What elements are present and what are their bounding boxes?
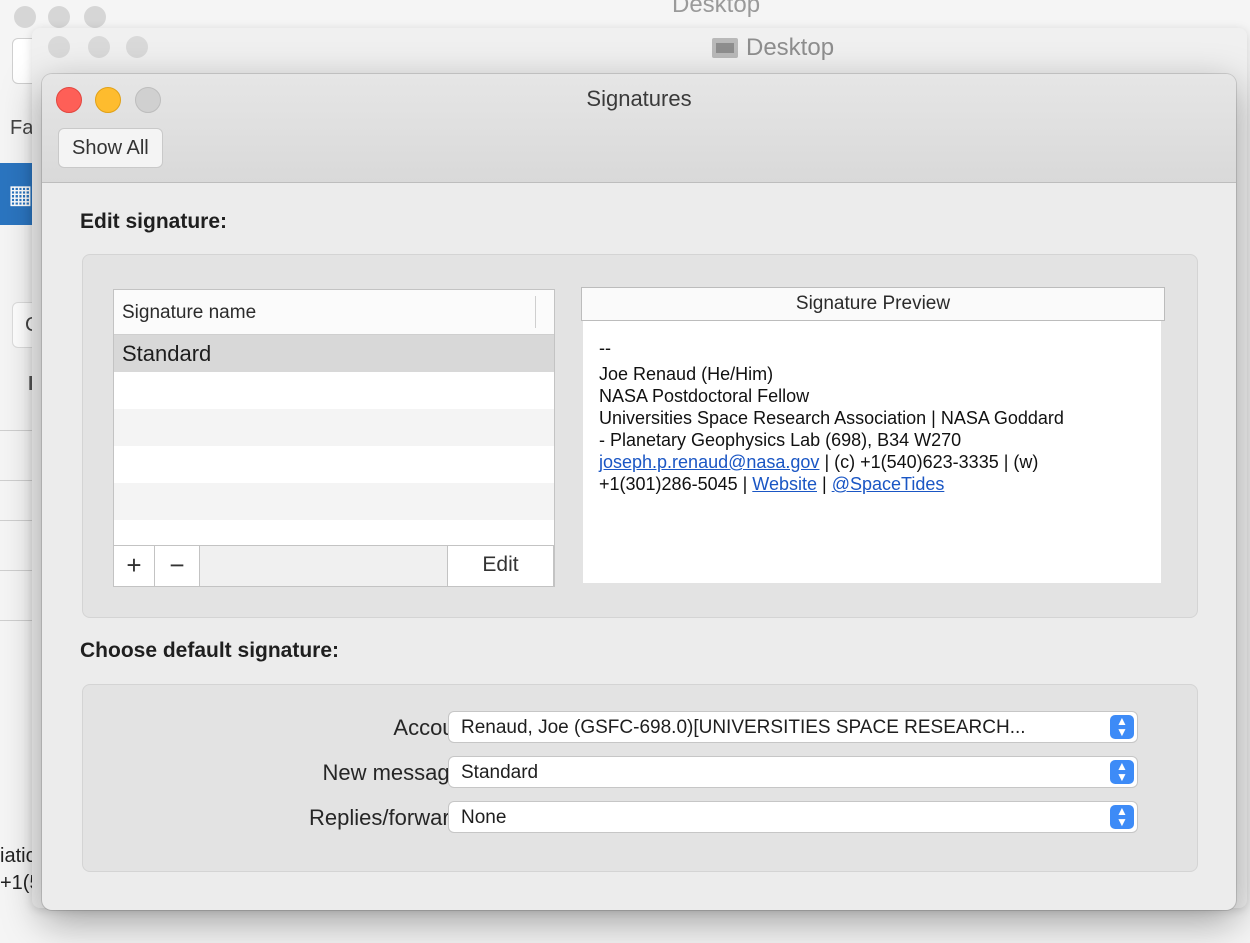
signature-contact-line-2: +1(301)286-5045 | Website | @SpaceTides (599, 473, 1145, 495)
new-messages-select-value: Standard (461, 762, 539, 783)
bg-window-title: Desktop (672, 0, 761, 18)
bg-label-fragment: Fa (10, 117, 34, 139)
signature-lab: - Planetary Geophysics Lab (698), B34 W2… (599, 430, 962, 450)
email-link[interactable]: joseph.p.renaud@nasa.gov (599, 452, 819, 472)
choose-default-heading: Choose default signature: (80, 639, 340, 662)
account-row: Account: Renaud, Joe (GSFC-698.0)[UNIVER… (83, 711, 1197, 745)
replies-forwards-row: Replies/forwards: None ▲ ▼ (83, 801, 1197, 835)
column-separator (535, 296, 536, 328)
signature-row[interactable]: Standard (114, 335, 554, 372)
new-messages-select[interactable]: Standard ▲ ▼ (448, 756, 1138, 788)
add-signature-button[interactable]: + (114, 546, 155, 586)
folder-icon (712, 38, 738, 58)
signature-org: Universities Space Research Association … (599, 408, 1064, 428)
signature-rows: Standard (114, 335, 554, 520)
twitter-link[interactable]: @SpaceTides (832, 474, 945, 494)
show-all-button[interactable]: Show All (58, 128, 163, 168)
bg-window-title-text: Desktop (746, 34, 835, 61)
edit-signature-button[interactable]: Edit (447, 546, 554, 586)
new-messages-row: New messages: Standard ▲ ▼ (83, 756, 1197, 790)
list-item (114, 446, 554, 483)
bg-minimize-button (88, 36, 110, 58)
list-item (114, 409, 554, 446)
bg-maximize-button (84, 6, 106, 28)
list-toolbar: + − Edit (114, 545, 554, 586)
titlebar: Signatures Show All (42, 74, 1236, 183)
list-item (114, 372, 554, 409)
signature-list: Signature name Standard + − Edit (113, 289, 555, 587)
bg-close-button (48, 36, 70, 58)
signature-list-header: Signature name (114, 290, 554, 335)
updown-chevron-icon: ▲ ▼ (1110, 760, 1134, 784)
signature-separator: -- (599, 338, 611, 358)
website-link[interactable]: Website (752, 474, 817, 494)
replies-forwards-select[interactable]: None ▲ ▼ (448, 801, 1138, 833)
signature-name: Joe Renaud (He/Him) (599, 364, 774, 384)
updown-chevron-icon: ▲ ▼ (1110, 805, 1134, 829)
bg-close-button (14, 6, 36, 28)
updown-chevron-icon: ▲ ▼ (1110, 715, 1134, 739)
signature-preview: -- Joe Renaud (He/Him) NASA Postdoctoral… (583, 321, 1161, 583)
bg-minimize-button (48, 6, 70, 28)
column-header-signature-name[interactable]: Signature name (122, 302, 256, 324)
default-signature-panel: Account: Renaud, Joe (GSFC-698.0)[UNIVER… (82, 684, 1198, 872)
replies-forwards-select-value: None (461, 807, 507, 828)
phone-work-text: +1(301)286-5045 | (599, 474, 753, 494)
signature-preview-header: Signature Preview (581, 287, 1165, 321)
signatures-dialog: Signatures Show All Edit signature: Sign… (42, 74, 1236, 910)
edit-signature-heading: Edit signature: (80, 210, 228, 233)
window-title: Signatures (586, 86, 692, 111)
bg-window-title: Desktop (712, 34, 834, 62)
list-item (114, 483, 554, 520)
signature-contact-line: joseph.p.renaud@nasa.gov | (c) +1(540)62… (599, 451, 1145, 473)
account-select-value: Renaud, Joe (GSFC-698.0)[UNIVERSITIES SP… (461, 717, 1026, 738)
edit-signature-panel: Signature name Standard + − Edit Signatu… (82, 254, 1198, 618)
phone-cell-text: | (c) +1(540)623-3335 | (w) (819, 452, 1039, 472)
bg-text-fragment: iatic (0, 845, 36, 867)
account-select[interactable]: Renaud, Joe (GSFC-698.0)[UNIVERSITIES SP… (448, 711, 1138, 743)
signature-role: NASA Postdoctoral Fellow (599, 386, 810, 406)
calendar-icon: ▦ (8, 179, 33, 209)
link-separator: | (817, 474, 832, 494)
bg-maximize-button (126, 36, 148, 58)
remove-signature-button[interactable]: − (155, 546, 200, 586)
